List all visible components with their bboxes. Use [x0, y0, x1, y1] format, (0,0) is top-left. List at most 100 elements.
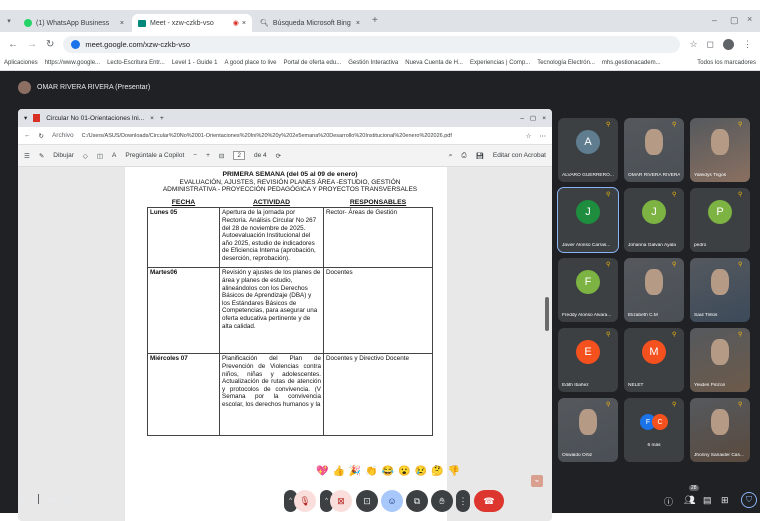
info-icon[interactable]: ⓘ	[664, 495, 673, 508]
bookmark-item[interactable]: Portal de oferta edu...	[284, 60, 342, 66]
draw-button[interactable]: Dibujar	[53, 152, 74, 159]
edit-acrobat-button[interactable]: Editar con Acrobat	[493, 152, 546, 159]
contents-icon[interactable]: ☰	[24, 152, 30, 160]
bookmark-item[interactable]: mhs.gestionacadem...	[602, 60, 661, 66]
participant-tile[interactable]: ⚲ Elizabeth C.M	[624, 258, 684, 322]
tab-meet[interactable]: Meet - xzw-czkb-vso ◉ ×	[132, 14, 252, 32]
highlight-icon[interactable]: ✎	[39, 152, 44, 160]
pdf-tab-label[interactable]: Circular No 01-Orientaciones Ini...	[46, 115, 144, 122]
page-number-input[interactable]: 2	[233, 151, 245, 160]
reaction-emoji[interactable]: 🤔	[431, 466, 443, 477]
bookmark-star-icon[interactable]: ☆	[526, 132, 532, 140]
participant-tile[interactable]: A ⚲ ALVARO GUERRERO...	[558, 118, 618, 182]
participant-tile[interactable]: ⚲ Saul Trillos	[690, 258, 750, 322]
activities-icon[interactable]: ⊞	[721, 495, 729, 506]
bookmark-item[interactable]: Lecto-Escritura Entr...	[107, 60, 165, 66]
leave-call-button[interactable]: ☎︎	[474, 490, 504, 512]
close-window-icon[interactable]: ×	[747, 14, 752, 24]
copilot-button[interactable]: Pregúntale a Copilot	[125, 152, 184, 159]
zoom-in-icon[interactable]: +	[206, 152, 210, 159]
reload-icon[interactable]: ↻	[46, 39, 54, 50]
close-icon[interactable]: ×	[120, 20, 124, 27]
mic-muted-icon: ⚲	[738, 332, 743, 338]
host-controls-icon[interactable]: ⛉	[741, 492, 757, 508]
bookmark-item[interactable]: A good place to live	[224, 60, 276, 66]
bookmark-item[interactable]: Nueva Cuenta de H...	[405, 60, 463, 66]
read-aloud-icon[interactable]: A	[112, 152, 116, 159]
omnibox[interactable]: meet.google.com/xzw-czkb-vso	[63, 35, 681, 53]
tab-menu-icon[interactable]: ▾	[5, 17, 13, 25]
close-window-icon[interactable]: ×	[542, 115, 546, 122]
close-icon[interactable]: ×	[356, 20, 360, 27]
participant-tile[interactable]: ⚲ Jhonny Sanaider Cas...	[690, 398, 750, 462]
people-icon[interactable]: 👥︎	[684, 495, 695, 506]
zoom-out-icon[interactable]: −	[193, 152, 197, 159]
bookmark-item[interactable]: Level 1 - Guide 1	[172, 60, 218, 66]
maximize-icon[interactable]: ▢	[530, 114, 536, 122]
bookmark-item[interactable]: Experiencias | Comp...	[470, 60, 530, 66]
reaction-emoji[interactable]: 😂	[382, 466, 394, 477]
vertical-scrollbar[interactable]	[545, 297, 549, 331]
minimize-icon[interactable]: –	[520, 115, 524, 122]
reaction-emoji[interactable]: 👏	[365, 466, 377, 477]
forward-icon[interactable]: →	[27, 39, 37, 50]
meeting-code[interactable]: xzw-czkb-vso	[44, 495, 89, 504]
participant-tile[interactable]: ⚲ Oswaldo Ortiz	[558, 398, 618, 462]
all-bookmarks-link[interactable]: Todos los marcadores	[697, 60, 756, 66]
bookmark-item[interactable]: Aplicaciones	[4, 60, 38, 66]
minimize-icon[interactable]: –	[712, 15, 717, 25]
reload-icon[interactable]: ↻	[39, 132, 44, 140]
tab-bing[interactable]: 🔍︎ Búsqueda Microsoft Bing ×	[254, 14, 366, 32]
captions-button[interactable]: ⊡	[356, 490, 378, 512]
print-icon[interactable]: ⎙	[461, 152, 466, 160]
participant-tile[interactable]: F C ⚲ 6 más	[624, 398, 684, 462]
chevron-down-icon[interactable]: ▾	[24, 114, 27, 122]
participant-tile[interactable]: ⚲ OMAR RIVERA RIVERA	[624, 118, 684, 182]
reaction-emoji[interactable]: 💖	[316, 466, 328, 477]
present-button[interactable]: ⧉	[406, 490, 428, 512]
bookmark-item[interactable]: Tecnología Electrón...	[537, 60, 595, 66]
more-options-button[interactable]: ⋮	[456, 490, 470, 512]
tab-whatsapp[interactable]: (1) WhatsApp Business ×	[18, 14, 130, 32]
raise-hand-button[interactable]: ✋︎	[431, 490, 453, 512]
more-menu-icon[interactable]: ⋯	[540, 132, 547, 140]
search-icon[interactable]: ⌕	[449, 152, 453, 160]
participant-tile[interactable]: J ⚲ Javier Alonso Carras...	[557, 187, 619, 253]
back-icon[interactable]: ←	[8, 39, 18, 50]
page-view-icon[interactable]: ◫	[97, 152, 103, 160]
site-info-icon[interactable]	[71, 39, 81, 49]
maximize-icon[interactable]: ▢	[730, 15, 739, 26]
participant-tile[interactable]: F ⚲ Freddy Alonso Alvara...	[558, 258, 618, 322]
participant-tile[interactable]: E ⚲ Edith Ibañez	[558, 328, 618, 392]
rotate-icon[interactable]: ⟳	[276, 152, 281, 160]
reaction-emoji[interactable]: 🎉	[349, 466, 361, 477]
participant-tile[interactable]: M ⚲ NELET	[624, 328, 684, 392]
emoji-button[interactable]: ☺	[381, 490, 403, 512]
back-icon[interactable]: ←	[24, 132, 31, 139]
close-icon[interactable]: ×	[242, 20, 246, 27]
fit-page-icon[interactable]: ⊟	[219, 152, 224, 160]
extensions-icon[interactable]: ◻	[707, 39, 714, 50]
bookmark-item[interactable]: https://www.google...	[45, 60, 100, 66]
camera-button[interactable]: ⊠	[330, 490, 352, 512]
mic-button[interactable]: 🎙︎	[294, 490, 316, 512]
reaction-emoji[interactable]: 😢	[415, 466, 427, 477]
participant-tile[interactable]: J ⚲ Johanna Galvan Ayala	[624, 188, 684, 252]
new-tab-icon[interactable]: +	[160, 115, 164, 122]
bookmark-star-icon[interactable]: ☆	[689, 39, 697, 50]
chat-icon[interactable]: ▤	[703, 495, 712, 506]
profile-avatar[interactable]	[723, 38, 734, 50]
participant-tile[interactable]: ⚲ Yeiides Pinzon	[690, 328, 750, 392]
participant-tile[interactable]: P ⚲ pedro	[690, 188, 750, 252]
new-tab-icon[interactable]: +	[372, 15, 378, 26]
reaction-emoji[interactable]: 👍	[332, 466, 344, 477]
save-icon[interactable]: 💾︎	[476, 152, 484, 160]
reaction-emoji[interactable]: 😮	[398, 466, 410, 477]
eraser-icon[interactable]: ◇	[83, 152, 88, 160]
bookmark-item[interactable]: Gestión Interactiva	[348, 60, 398, 66]
reaction-emoji[interactable]: 👎	[448, 466, 460, 477]
more-menu-icon[interactable]: ⋮	[743, 39, 752, 50]
pdf-path[interactable]: C:/Users/ASUS/Downloads/Circular%20No%20…	[82, 133, 518, 139]
close-icon[interactable]: ×	[150, 115, 154, 122]
participant-tile[interactable]: ⚲ Yaleidys Trigos	[690, 118, 750, 182]
